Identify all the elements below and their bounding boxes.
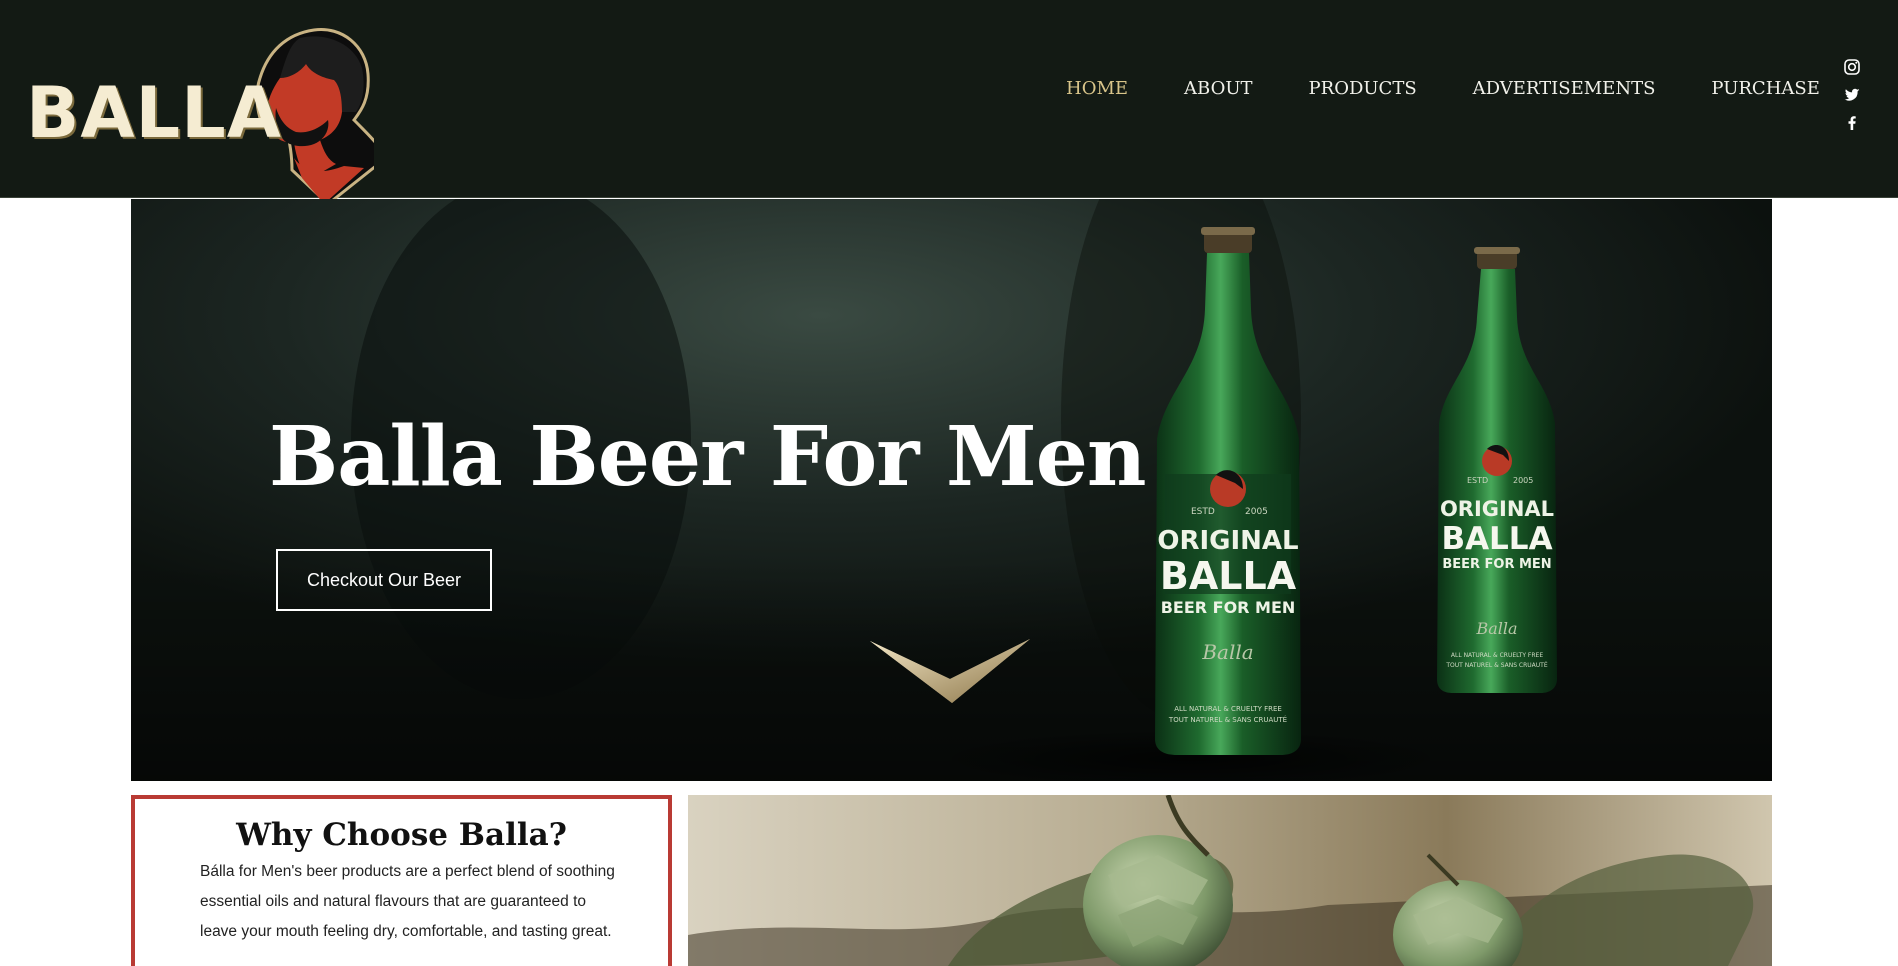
svg-text:2005: 2005 (1245, 507, 1268, 517)
svg-text:BALLA: BALLA (1441, 521, 1552, 557)
why-choose-text: Bálla for Men's beer products are a perf… (200, 863, 615, 940)
svg-text:BALLA: BALLA (1160, 554, 1297, 598)
checkout-beer-button[interactable]: Checkout Our Beer (276, 549, 492, 611)
hops-image (688, 795, 1772, 966)
svg-text:Balla: Balla (1201, 640, 1253, 664)
social-links (1843, 58, 1861, 142)
svg-text:ESTD: ESTD (1191, 507, 1215, 517)
svg-text:ESTD: ESTD (1467, 476, 1488, 485)
svg-text:ORIGINAL: ORIGINAL (1157, 526, 1298, 556)
facebook-icon[interactable] (1843, 114, 1861, 132)
svg-text:TOUT NATUREL & SANS CRUAUTÉ: TOUT NATUREL & SANS CRUAUTÉ (1168, 715, 1287, 724)
svg-text:ORIGINAL: ORIGINAL (1440, 497, 1554, 521)
svg-text:BEER FOR MEN: BEER FOR MEN (1161, 598, 1296, 617)
main-nav: HOME ABOUT PRODUCTS ADVERTISEMENTS PURCH… (1066, 78, 1820, 99)
hero-banner: ORIGINAL BALLA BEER FOR MEN ESTD 2005 Ba… (131, 199, 1772, 781)
why-choose-card: Why Choose Balla? Bálla for Men's beer p… (131, 795, 672, 966)
svg-text:ALL NATURAL & CRUELTY FREE: ALL NATURAL & CRUELTY FREE (1451, 652, 1543, 659)
why-choose-title: Why Choose Balla? (236, 817, 567, 853)
twitter-icon[interactable] (1843, 86, 1861, 104)
nav-item-about[interactable]: ABOUT (1184, 78, 1253, 99)
scroll-down-chevron-icon[interactable] (870, 639, 1032, 703)
svg-text:2005: 2005 (1513, 476, 1533, 485)
svg-text:TOUT NATUREL & SANS CRUAUTÉ: TOUT NATUREL & SANS CRUAUTÉ (1445, 661, 1547, 669)
svg-text:Balla: Balla (1475, 619, 1517, 638)
nav-item-purchase[interactable]: PURCHASE (1711, 78, 1819, 99)
svg-text:ALL NATURAL & CRUELTY FREE: ALL NATURAL & CRUELTY FREE (1174, 705, 1282, 713)
nav-item-products[interactable]: PRODUCTS (1309, 78, 1417, 99)
svg-text:BEER FOR MEN: BEER FOR MEN (1442, 557, 1551, 572)
nav-item-advertisements[interactable]: ADVERTISEMENTS (1473, 78, 1656, 99)
instagram-icon[interactable] (1843, 58, 1861, 76)
hero-title: Balla Beer For Men (269, 409, 1147, 505)
site-header: BALLA HOME ABOUT PRODUCTS ADVERTISEMENTS… (0, 0, 1898, 206)
logo-wordmark[interactable]: BALLA (26, 72, 282, 154)
nav-item-home[interactable]: HOME (1066, 78, 1128, 99)
